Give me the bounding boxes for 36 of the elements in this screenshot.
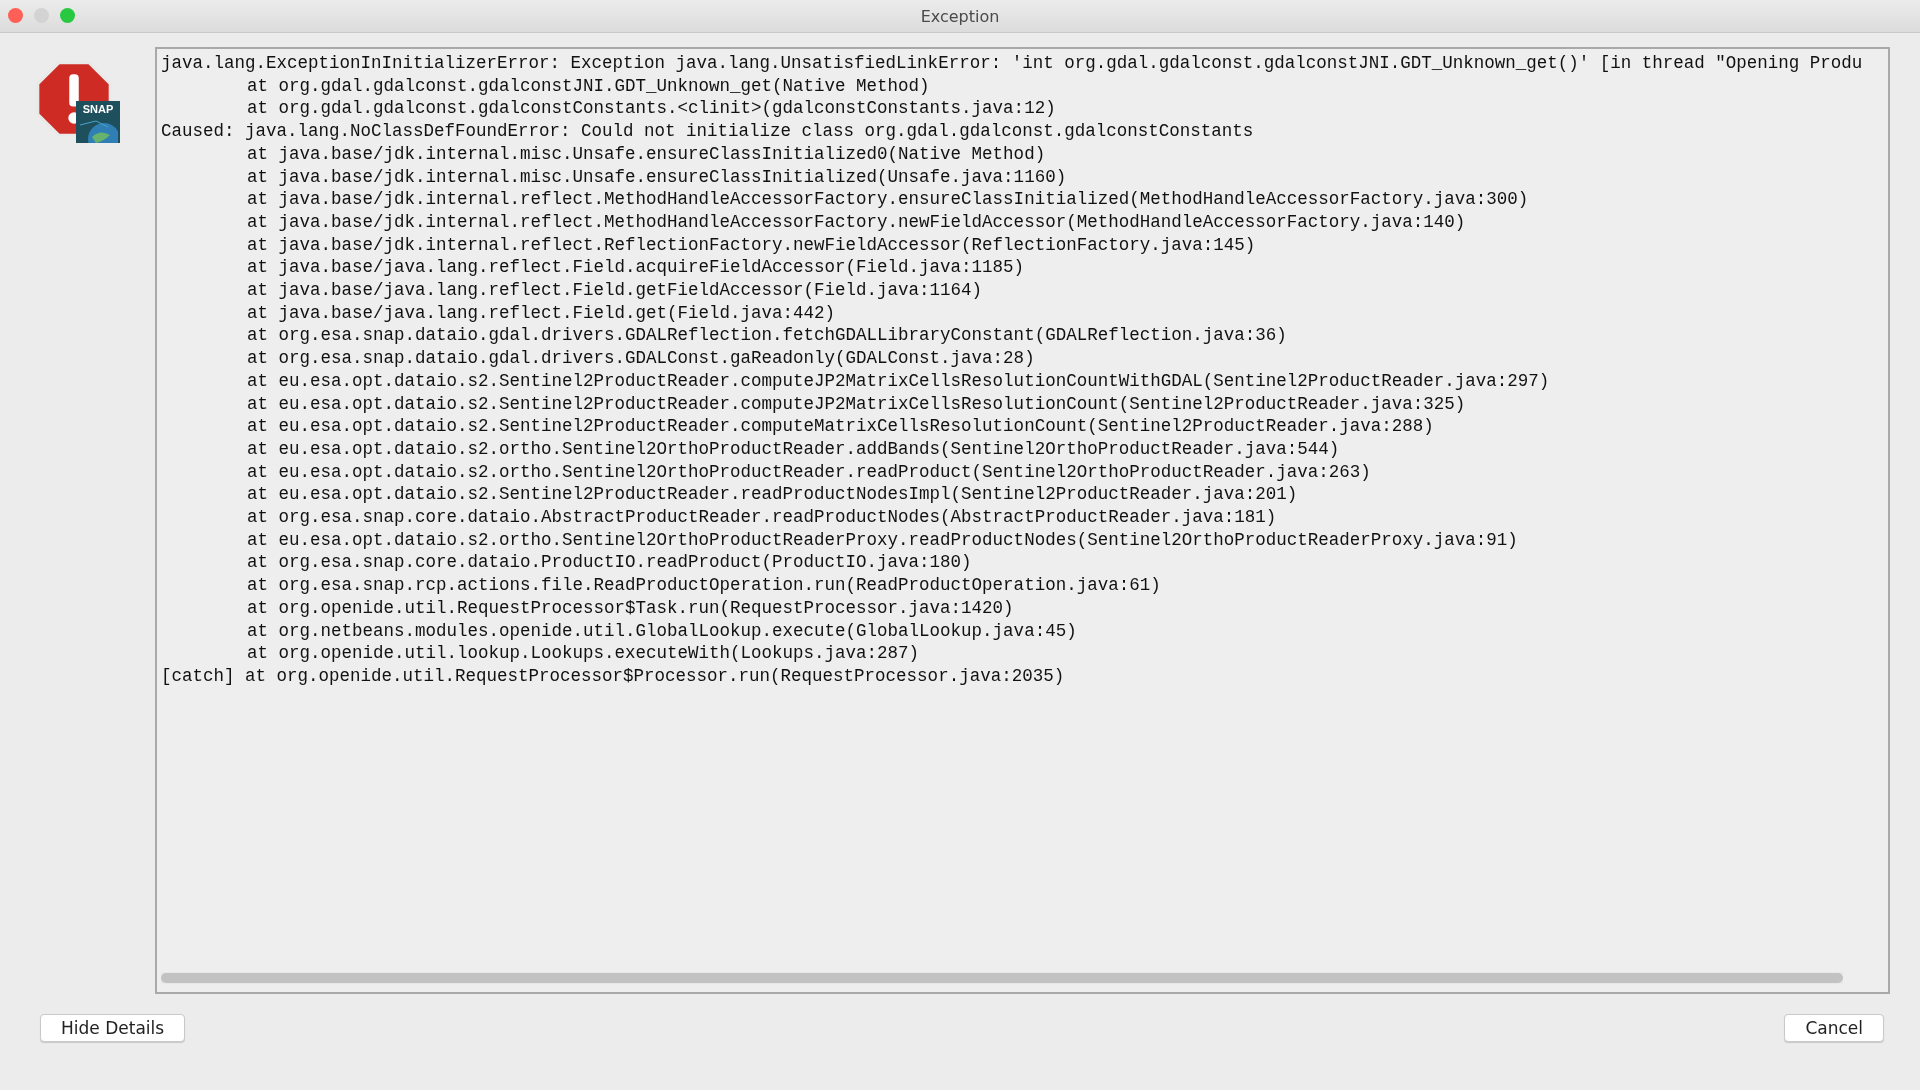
- stack-trace-line: [catch] at org.openide.util.RequestProcessor$Processor.run(RequestProcessor.java:2035): [161, 665, 1066, 688]
- stack-trace-line: at org.openide.util.lookup.Lookups.executeWith(Lookups.java:287): [246, 642, 921, 665]
- stack-trace-line: at eu.esa.opt.dataio.s2.ortho.Sentinel2OrthoProductReader.readProduct(Sentinel2OrthoProductReader.java:263): [246, 460, 1372, 484]
- close-icon[interactable]: [8, 8, 23, 23]
- app-logo-icon: SNAP: [76, 101, 120, 143]
- window-title: Exception: [920, 6, 1000, 26]
- stack-trace-area[interactable]: [155, 47, 1890, 994]
- stack-trace-line: at org.esa.snap.dataio.gdal.drivers.GDALConst.gaReadonly(GDALConst.java:28): [246, 347, 1036, 370]
- stack-trace-line: at java.base/jdk.internal.reflect.MethodHandleAccessorFactory.ensureClassInitialized(MethodHandleAccessorFactory.java:300): [246, 188, 1530, 211]
- stack-trace-line: at java.base/jdk.internal.reflect.ReflectionFactory.newFieldAccessor(ReflectionFactory.java:145): [246, 233, 1257, 257]
- stack-trace-line: at eu.esa.opt.dataio.s2.Sentinel2ProductReader.readProductNodesImpl(Sentinel2ProductReader.java:201): [246, 483, 1299, 507]
- cancel-button[interactable]: Cancel: [1784, 1014, 1884, 1042]
- stack-trace-line: java.lang.ExceptionInInitializerError: Exception java.lang.UnsatisfiedLinkError: 'int org.gdal.gdalconst.gdalconstJNI.GDT_Unknown_get()' [in thread "Opening Produ: [161, 52, 1864, 75]
- stack-trace-line: at org.esa.snap.core.dataio.ProductIO.readProduct(ProductIO.java:180): [246, 551, 973, 575]
- horizontal-scrollbar[interactable]: [161, 972, 1843, 984]
- stack-trace-line: at java.base/jdk.internal.misc.Unsafe.ensureClassInitialized(Unsafe.java:1160): [246, 165, 1068, 189]
- stack-trace-line: at org.esa.snap.core.dataio.AbstractProductReader.readProductNodes(AbstractProductReader.java:181): [246, 506, 1278, 529]
- stack-trace-line: at org.openide.util.RequestProcessor$Task.run(RequestProcessor.java:1420): [246, 596, 1015, 620]
- stack-trace-line: at org.gdal.gdalconst.gdalconstConstants.<clinit>(gdalconstConstants.java:12): [246, 97, 1057, 121]
- stack-trace-line: at eu.esa.opt.dataio.s2.Sentinel2ProductReader.computeJP2MatrixCellsResolutionCount(Sentinel2ProductReader.java:325): [246, 392, 1467, 416]
- hide-details-button[interactable]: Hide Details: [40, 1014, 186, 1042]
- stack-trace-line: at eu.esa.opt.dataio.s2.Sentinel2ProductReader.computeMatrixCellsResolutionCount(Sentinel2ProductReader.java:288): [246, 415, 1435, 438]
- stack-trace-line: at java.base/java.lang.reflect.Field.getFieldAccessor(Field.java:1164): [246, 279, 984, 302]
- stack-trace-line: at org.esa.snap.dataio.gdal.drivers.GDALReflection.fetchGDALLibraryConstant(GDALReflection.java:36): [246, 324, 1288, 348]
- stack-trace-line: at eu.esa.opt.dataio.s2.ortho.Sentinel2OrthoProductReader.addBands(Sentinel2OrthoProductReader.java:544): [246, 437, 1341, 461]
- stack-trace-line: at eu.esa.opt.dataio.s2.ortho.Sentinel2OrthoProductReaderProxy.readProductNodes(Sentinel2OrthoProductReaderProxy.java:91): [246, 528, 1519, 552]
- stack-trace-line: at org.gdal.gdalconst.gdalconstJNI.GDT_Unknown_get(Native Method): [246, 74, 931, 98]
- stack-trace-line: at java.base/java.lang.reflect.Field.get(Field.java:442): [246, 301, 837, 325]
- stack-trace-line: Caused: java.lang.NoClassDefFoundError: Could not initialize class org.gdal.gdalconst.gdalconstConstants: [161, 120, 1255, 143]
- stack-trace-line: at java.base/jdk.internal.reflect.MethodHandleAccessorFactory.newFieldAccessor(MethodHandleAccessorFactory.java:140): [246, 210, 1467, 234]
- stack-trace-line: at eu.esa.opt.dataio.s2.Sentinel2ProductReader.computeJP2MatrixCellsResolutionCountWithGDAL(Sentinel2ProductReader.java:297): [246, 369, 1551, 393]
- zoom-icon[interactable]: [60, 8, 75, 23]
- stack-trace-line: at org.netbeans.modules.openide.util.GlobalLookup.execute(GlobalLookup.java:45): [246, 619, 1078, 643]
- stack-trace-line: at java.base/java.lang.reflect.Field.acquireFieldAccessor(Field.java:1185): [246, 256, 1026, 280]
- stack-trace-line: at java.base/jdk.internal.misc.Unsafe.ensureClassInitialized0(Native Method): [246, 142, 1047, 166]
- stack-trace-line: at org.esa.snap.rcp.actions.file.ReadProductOperation.run(ReadProductOperation.java:61): [246, 574, 1162, 597]
